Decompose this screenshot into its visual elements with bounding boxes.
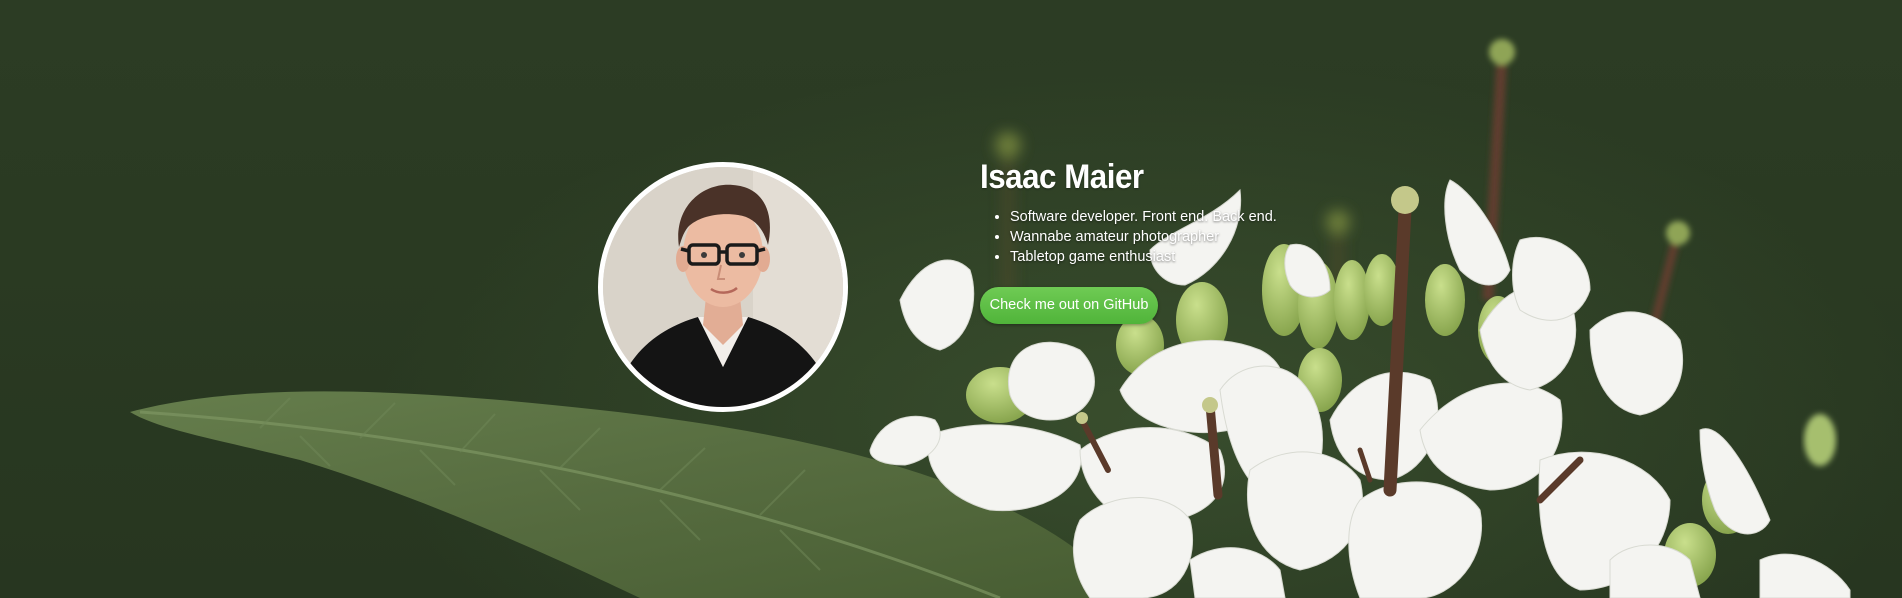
profile-bullet-list: Software developer. Front end. Back end.… xyxy=(980,207,1277,267)
profile-photo-portrait xyxy=(603,167,843,407)
profile-intro: Isaac Maier Software developer. Front en… xyxy=(980,158,1277,267)
list-item: Software developer. Front end. Back end. xyxy=(1010,207,1277,227)
hero-background xyxy=(0,0,1902,598)
profile-name: Isaac Maier xyxy=(980,158,1144,196)
github-button[interactable]: Check me out on GitHub xyxy=(980,287,1158,324)
flower-photo-background xyxy=(130,39,1851,598)
list-item: Tabletop game enthusiast xyxy=(1010,247,1277,267)
profile-avatar xyxy=(598,162,848,412)
list-item: Wannabe amateur photographer xyxy=(1010,227,1277,247)
